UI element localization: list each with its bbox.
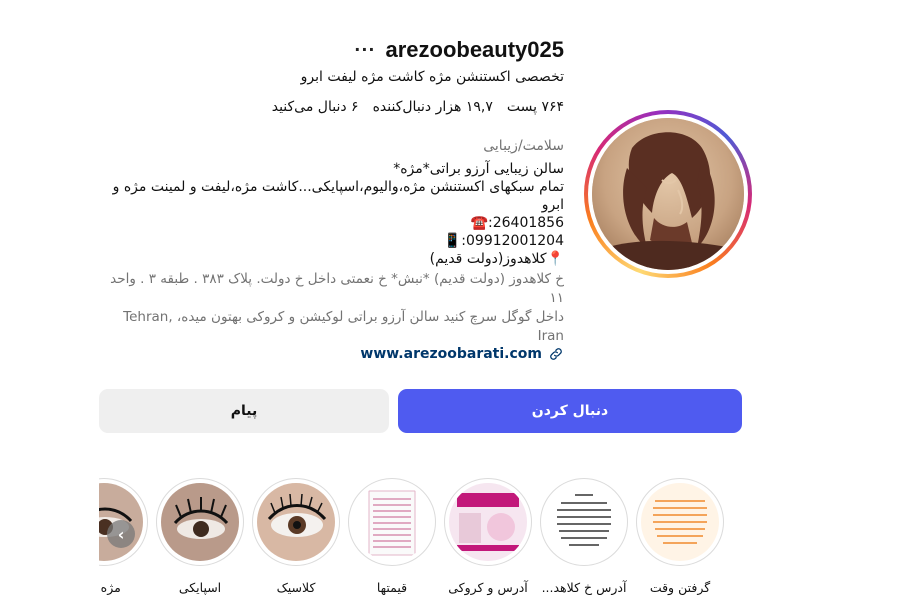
profile-full-name: تخصصی اکستنشن مژه کاشت مژه لیفت ابرو (300, 69, 564, 85)
highlight-item[interactable]: کلاسیک (248, 478, 344, 595)
profile-category: سلامت/زیبایی (483, 138, 564, 154)
highlight-item[interactable]: قیمتها (344, 478, 440, 595)
highlight-item[interactable]: آدرس خ کلاهد... (536, 478, 632, 595)
bio-location: 📍کلاهدوز(دولت قدیم) (429, 251, 564, 267)
bio-mobile: 📱:09912001204 (443, 233, 564, 249)
following-count[interactable]: ۶ دنبال می‌کنید (272, 99, 359, 115)
highlight-item[interactable]: آدرس و کروکی (440, 478, 536, 595)
highlight-label: آدرس خ کلاهد... (541, 580, 627, 595)
address-line: داخل گوگل سرچ کنید سالن آرزو براتی لوکیش… (123, 309, 564, 344)
address-line: خ کلاهدوز (دولت قدیم) *نبش* خ نعمتی داخل… (110, 271, 564, 306)
posts-count: ۷۶۴ پست (506, 99, 564, 115)
story-highlights: گرفتن وقت آدرس خ کلاهد... آدرس و کروکی ق… (0, 478, 922, 616)
username-row: ··· arezoobeauty025 (354, 37, 564, 63)
story-ring[interactable] (584, 110, 752, 278)
more-options-icon[interactable]: ··· (354, 42, 375, 58)
followers-count[interactable]: ۱۹,۷ هزار دنبال‌کننده (373, 99, 493, 115)
chevron-left-icon[interactable]: ‹ (107, 520, 135, 548)
highlight-label: کلاسیک (276, 580, 316, 595)
profile-address[interactable]: خ کلاهدوز (دولت قدیم) *نبش* خ نعمتی داخل… (94, 270, 564, 346)
username: arezoobeauty025 (385, 37, 564, 62)
highlight-cover (353, 483, 431, 561)
highlight-item[interactable]: اسپایکی (152, 478, 248, 595)
highlight-label: گرفتن وقت (649, 580, 711, 595)
highlight-cover (641, 483, 719, 561)
highlights-clip (0, 478, 99, 616)
follow-button[interactable]: دنبال کردن (398, 389, 742, 433)
bio-phone: ☎️:26401856 (470, 215, 564, 231)
highlight-cover (545, 483, 623, 561)
website-url[interactable]: www.arezoobarati.com (360, 346, 542, 362)
message-button[interactable]: پیام (99, 389, 389, 433)
highlight-cover (449, 483, 527, 561)
highlight-label: آدرس و کروکی (448, 580, 528, 595)
highlight-label: قیمتها (376, 580, 408, 595)
profile-avatar[interactable] (592, 118, 744, 270)
website-link[interactable]: www.arezoobarati.com (360, 346, 564, 362)
highlight-item[interactable]: گرفتن وقت (632, 478, 728, 595)
profile-bio: سالن زیبایی آرزو براتی*مژه* تمام سبکهای … (94, 160, 564, 268)
highlight-label: اسپایکی (178, 580, 222, 595)
profile-stats: ۷۶۴ پست ۱۹,۷ هزار دنبال‌کننده ۶ دنبال می… (272, 99, 564, 115)
link-icon (550, 348, 562, 360)
bio-line: تمام سبکهای اکستنشن مژه،والیوم،اسپایکی..… (108, 179, 564, 213)
bio-line: سالن زیبایی آرزو براتی*مژه* (393, 161, 564, 177)
highlight-cover (257, 483, 335, 561)
highlight-cover (161, 483, 239, 561)
avatar-logo-image (592, 118, 744, 270)
